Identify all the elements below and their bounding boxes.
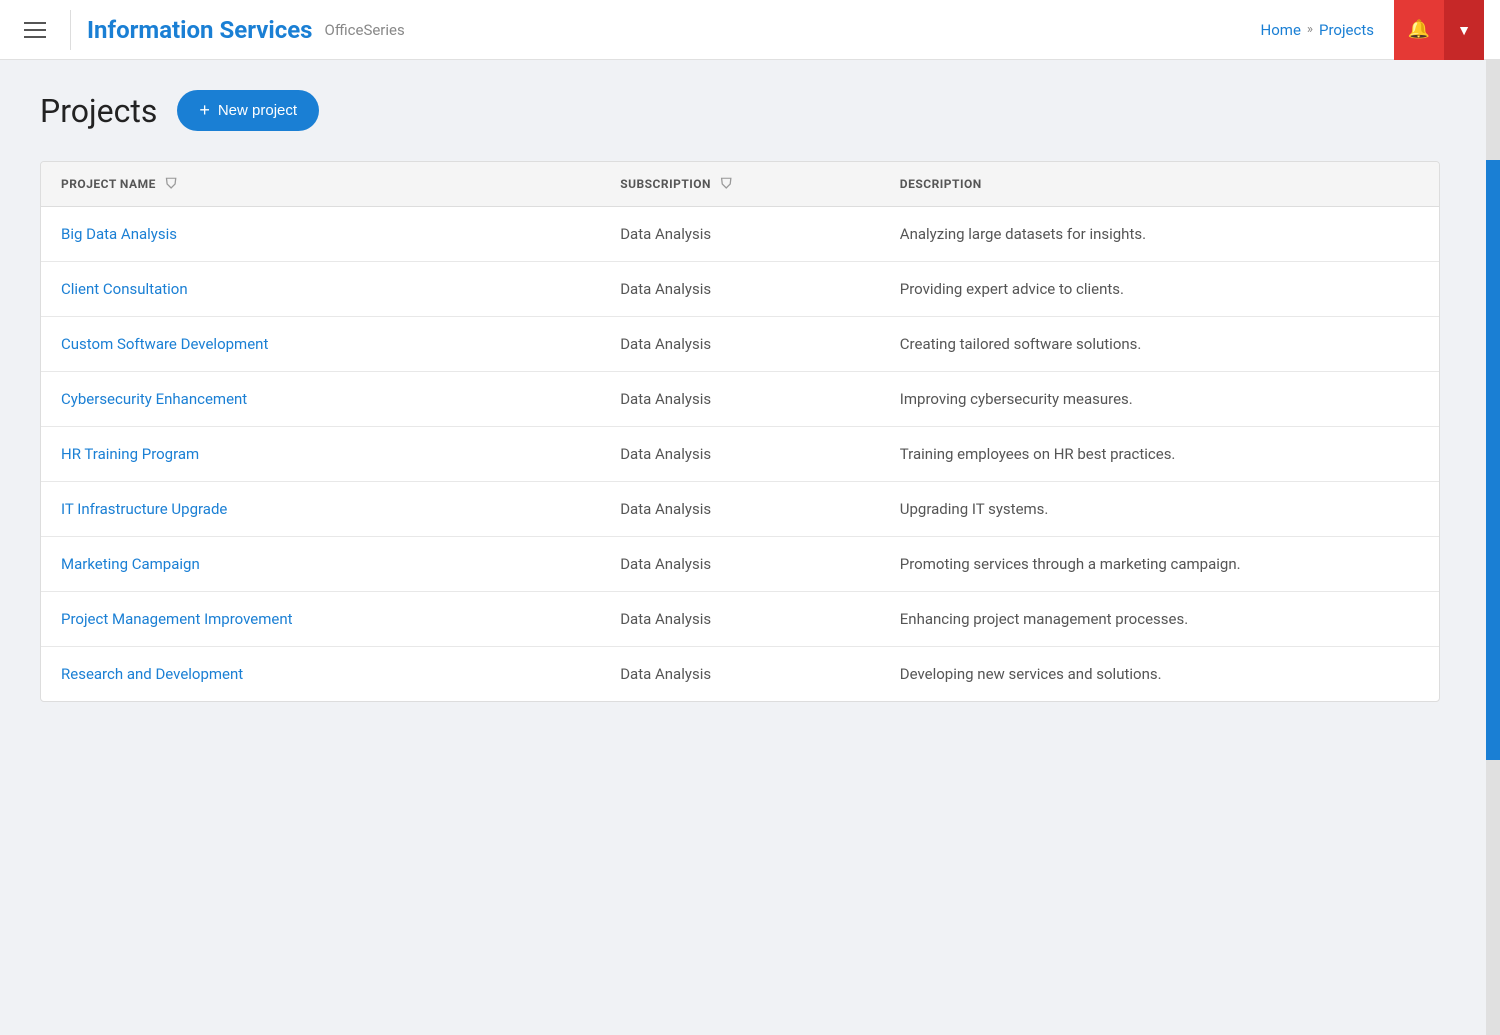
project-subscription: Data Analysis [600,647,880,702]
project-description: Enhancing project management processes. [880,592,1439,647]
project-description: Creating tailored software solutions. [880,317,1439,372]
project-name-link[interactable]: Cybersecurity Enhancement [61,390,247,408]
project-name-link[interactable]: Custom Software Development [61,335,268,353]
project-description: Promoting services through a marketing c… [880,537,1439,592]
main-content: Projects + New project PROJECT NAME ⛉ [0,60,1500,732]
project-description: Developing new services and solutions. [880,647,1439,702]
table-row: Project Management Improvement Data Analy… [41,592,1439,647]
office-series-label: OfficeSeries [325,21,405,39]
breadcrumb: Home » Projects [1261,21,1374,39]
project-name-link[interactable]: IT Infrastructure Upgrade [61,500,227,518]
projects-table-container: PROJECT NAME ⛉ SUBSCRIPTION ⛉ DESCRIPTIO… [40,161,1440,702]
app-header: Information Services OfficeSeries Home »… [0,0,1500,60]
table-row: Research and Development Data AnalysisDev… [41,647,1439,702]
column-header-description: DESCRIPTION [880,162,1439,207]
header-divider [70,10,71,50]
project-subscription: Data Analysis [600,317,880,372]
project-subscription: Data Analysis [600,427,880,482]
project-name-link[interactable]: HR Training Program [61,445,199,463]
project-description: Analyzing large datasets for insights. [880,207,1439,262]
project-subscription: Data Analysis [600,592,880,647]
filter-icon-name[interactable]: ⛉ [166,176,177,192]
project-description: Upgrading IT systems. [880,482,1439,537]
project-subscription: Data Analysis [600,262,880,317]
projects-table: PROJECT NAME ⛉ SUBSCRIPTION ⛉ DESCRIPTIO… [41,162,1439,701]
table-header: PROJECT NAME ⛉ SUBSCRIPTION ⛉ DESCRIPTIO… [41,162,1439,207]
table-row: Big Data Analysis Data AnalysisAnalyzing … [41,207,1439,262]
header-actions: 🔔 ▼ [1394,0,1484,59]
new-project-button[interactable]: + New project [177,90,319,131]
project-subscription: Data Analysis [600,482,880,537]
column-header-subscription: SUBSCRIPTION ⛉ [600,162,880,207]
new-project-label: New project [218,102,297,119]
plus-icon: + [199,100,210,121]
project-name-link[interactable]: Marketing Campaign [61,555,200,573]
scrollbar-thumb[interactable] [1486,160,1500,760]
project-name-link[interactable]: Big Data Analysis [61,225,177,243]
page-header: Projects + New project [40,90,1460,131]
breadcrumb-separator: » [1307,22,1313,37]
page-title: Projects [40,92,157,130]
chevron-down-icon: ▼ [1457,22,1471,38]
scrollbar-track[interactable] [1486,60,1500,1035]
app-title: Information Services [87,16,313,44]
table-row: HR Training Program Data AnalysisTraining… [41,427,1439,482]
table-body: Big Data AnalysisData AnalysisAnalyzing … [41,207,1439,702]
project-description: Training employees on HR best practices. [880,427,1439,482]
project-subscription: Data Analysis [600,207,880,262]
project-name-link[interactable]: Research and Development [61,665,243,683]
filter-icon-subscription[interactable]: ⛉ [721,176,732,192]
user-dropdown-button[interactable]: ▼ [1444,0,1484,60]
bell-icon: 🔔 [1408,19,1430,40]
project-description: Providing expert advice to clients. [880,262,1439,317]
project-name-link[interactable]: Client Consultation [61,280,188,298]
table-row: Cybersecurity Enhancement Data AnalysisIm… [41,372,1439,427]
project-description: Improving cybersecurity measures. [880,372,1439,427]
column-header-name: PROJECT NAME ⛉ [41,162,600,207]
notification-bell-button[interactable]: 🔔 [1394,0,1444,60]
table-row: Client Consultation Data AnalysisProvidin… [41,262,1439,317]
table-row: IT Infrastructure Upgrade Data AnalysisUp… [41,482,1439,537]
hamburger-button[interactable] [16,14,54,46]
breadcrumb-home[interactable]: Home [1261,21,1301,39]
table-row: Marketing Campaign Data AnalysisPromoting… [41,537,1439,592]
project-name-link[interactable]: Project Management Improvement [61,610,293,628]
table-row: Custom Software Development Data Analysis… [41,317,1439,372]
breadcrumb-current: Projects [1319,21,1374,39]
project-subscription: Data Analysis [600,537,880,592]
project-subscription: Data Analysis [600,372,880,427]
